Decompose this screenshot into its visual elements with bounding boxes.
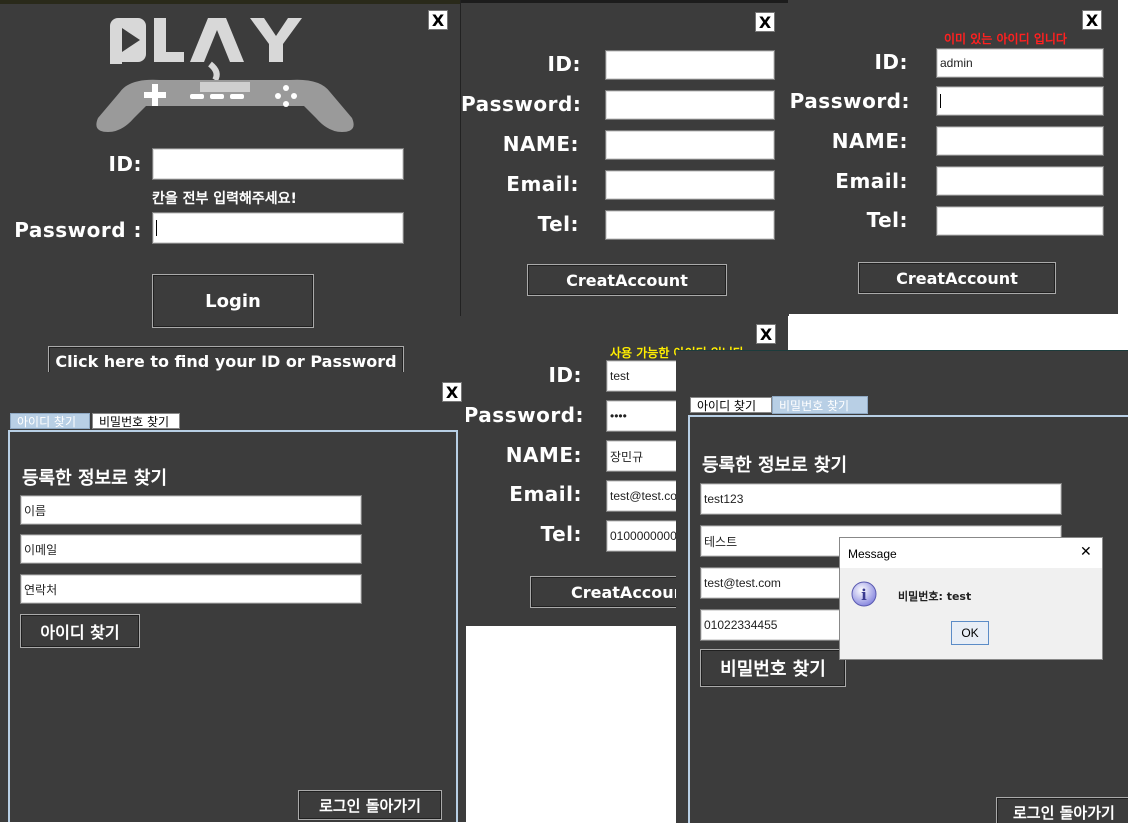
warning-message: 칸을 전부 입력해주세요! <box>152 191 297 207</box>
id-input[interactable] <box>152 148 404 180</box>
signup-window-duplicate: X 이미 있는 아이디 입니다 ID: admin Password: NAME… <box>788 0 1118 314</box>
tab-find-id[interactable]: 아이디 찾기 <box>10 413 90 429</box>
find-password-button[interactable]: 비밀번호 찾기 <box>700 649 846 687</box>
id-input[interactable]: test123 <box>700 483 1062 515</box>
blank-area <box>468 626 676 822</box>
password-label: Password: <box>463 403 584 427</box>
id-input[interactable]: admin <box>936 48 1104 78</box>
close-button[interactable]: X <box>442 382 462 402</box>
login-window: X ID: 칸을 전부 입력해주세요! Password : Login Cli… <box>0 0 460 372</box>
dialog-message: 비밀번호: test <box>898 590 972 603</box>
password-label: Password : <box>14 218 142 242</box>
close-button[interactable]: X <box>755 12 775 32</box>
tel-label: Tel: <box>866 208 908 232</box>
find-account-button[interactable]: Click here to find your ID or Password <box>48 346 404 372</box>
password-label: Password: <box>789 89 910 113</box>
email-input[interactable] <box>605 170 775 200</box>
tab-find-password[interactable]: 비밀번호 찾기 <box>92 413 180 429</box>
text-cursor <box>156 220 157 236</box>
email-input[interactable] <box>936 166 1104 196</box>
find-id-window: X 아이디 찾기 비밀번호 찾기 등록한 정보로 찾기 이름 이메일 연락처 아… <box>0 372 466 822</box>
top-strip <box>461 0 789 3</box>
create-account-button[interactable]: CreatAccount <box>858 262 1056 294</box>
name-input[interactable] <box>936 126 1104 156</box>
id-label: ID: <box>547 52 581 76</box>
id-label: ID: <box>874 50 908 74</box>
gamepad-logo-icon <box>96 18 354 132</box>
message-dialog: Message ✕ i 비밀번호: test OK <box>839 537 1103 660</box>
ok-button[interactable]: OK <box>951 621 989 645</box>
password-input[interactable] <box>152 212 404 244</box>
id-label: ID: <box>108 152 142 176</box>
password-label: Password: <box>461 92 582 116</box>
tab-find-id[interactable]: 아이디 찾기 <box>690 397 772 413</box>
email-input[interactable]: 이메일 <box>20 534 362 564</box>
find-id-button[interactable]: 아이디 찾기 <box>20 614 140 648</box>
id-label: ID: <box>548 363 582 387</box>
section-heading: 등록한 정보로 찾기 <box>702 455 848 476</box>
section-heading: 등록한 정보로 찾기 <box>22 468 168 489</box>
duplicate-id-message: 이미 있는 아이디 입니다 <box>944 32 1067 46</box>
dialog-title: Message <box>848 547 897 561</box>
email-label: Email: <box>509 482 582 506</box>
signup-window-empty: X ID: Password: NAME: Email: Tel: CreatA… <box>460 0 789 316</box>
tel-label: Tel: <box>537 212 579 236</box>
back-to-login-button[interactable]: 로그인 돌아가기 <box>298 790 442 820</box>
name-input[interactable] <box>605 130 775 160</box>
id-input[interactable] <box>605 50 775 80</box>
text-cursor <box>940 94 941 108</box>
name-label: NAME: <box>502 132 579 156</box>
tel-input[interactable]: 연락처 <box>20 574 362 604</box>
login-button[interactable]: Login <box>152 274 314 328</box>
info-icon: i <box>851 581 877 607</box>
tel-input[interactable] <box>605 210 775 240</box>
password-input[interactable] <box>936 86 1104 116</box>
email-label: Email: <box>506 172 579 196</box>
tab-find-password[interactable]: 비밀번호 찾기 <box>772 396 868 414</box>
create-account-button[interactable]: CreatAccount <box>527 264 727 296</box>
close-button[interactable]: X <box>428 10 448 30</box>
back-to-login-button[interactable]: 로그인 돌아가기 <box>996 797 1128 823</box>
close-button[interactable]: X <box>1082 10 1102 30</box>
close-button[interactable]: X <box>756 324 776 344</box>
top-strip <box>0 0 460 4</box>
dialog-close-button[interactable]: ✕ <box>1080 544 1092 560</box>
password-input[interactable] <box>605 90 775 120</box>
tel-input[interactable] <box>936 206 1104 236</box>
name-input[interactable]: 이름 <box>20 495 362 525</box>
name-label: NAME: <box>505 443 582 467</box>
email-label: Email: <box>835 169 908 193</box>
tel-label: Tel: <box>540 522 582 546</box>
name-label: NAME: <box>831 129 908 153</box>
svg-text:i: i <box>861 586 867 604</box>
